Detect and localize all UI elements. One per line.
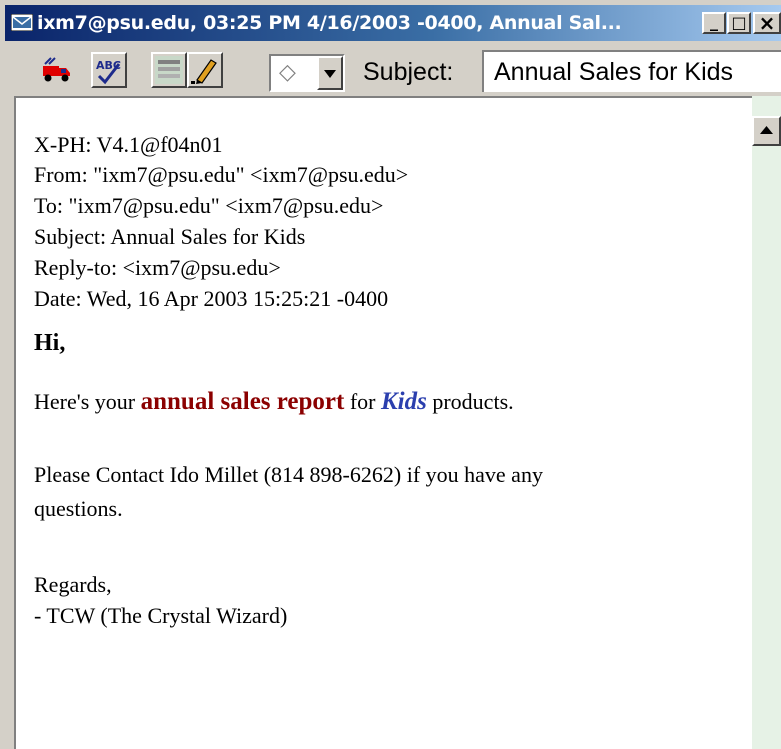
title-bar[interactable]: ixm7@psu.edu, 03:25 PM 4/16/2003 -0400, … bbox=[5, 5, 781, 41]
message-body[interactable]: X-PH: V4.1@f04n01 From: "ixm7@psu.edu" <… bbox=[14, 96, 752, 749]
header-from: From: "ixm7@psu.edu" <ixm7@psu.edu> bbox=[34, 162, 409, 187]
scroll-up-arrow-icon bbox=[760, 126, 773, 134]
send-truck-button[interactable] bbox=[39, 52, 75, 88]
greeting: Hi, bbox=[34, 330, 66, 356]
contact-line: Please Contact Ido Millet (814 898-6262)… bbox=[34, 462, 543, 487]
email-window: ixm7@psu.edu, 03:25 PM 4/16/2003 -0400, … bbox=[0, 0, 781, 749]
dropdown-button[interactable] bbox=[317, 56, 343, 90]
maximize-button[interactable]: □ bbox=[727, 12, 751, 34]
subject-value: Annual Sales for Kids bbox=[494, 58, 734, 86]
chevron-down-icon bbox=[324, 70, 336, 78]
closing: Regards, bbox=[34, 572, 112, 597]
minimize-button[interactable]: _ bbox=[702, 12, 726, 34]
kids-highlight: Kids bbox=[381, 388, 427, 415]
header-date: Date: Wed, 16 Apr 2003 15:25:21 -0400 bbox=[34, 286, 389, 311]
spell-check-icon: ABC bbox=[96, 59, 121, 85]
blah-icon bbox=[155, 56, 183, 84]
subject-label: Subject: bbox=[363, 58, 454, 86]
report-line: Here's your annual sales report for Kids… bbox=[34, 388, 514, 416]
mail-window-icon bbox=[11, 14, 33, 31]
vertical-scrollbar[interactable] bbox=[752, 96, 781, 749]
pencil-icon bbox=[191, 59, 217, 84]
priority-dropdown[interactable]: ◇ bbox=[269, 54, 345, 92]
header-xph: X-PH: V4.1@f04n01 bbox=[34, 132, 223, 157]
scroll-up-button[interactable] bbox=[752, 116, 781, 146]
edit-button[interactable] bbox=[187, 52, 223, 88]
blah-button[interactable] bbox=[151, 52, 187, 88]
contact-line-cont: questions. bbox=[34, 496, 123, 521]
priority-value: ◇ bbox=[279, 60, 296, 85]
header-reply-to: Reply-to: <ixm7@psu.edu> bbox=[34, 255, 281, 280]
signature: - TCW (The Crystal Wizard) bbox=[34, 603, 288, 628]
spell-check-button[interactable]: ABC bbox=[91, 52, 127, 88]
header-subject: Subject: Annual Sales for Kids bbox=[34, 224, 306, 249]
window-title: ixm7@psu.edu, 03:25 PM 4/16/2003 -0400, … bbox=[37, 12, 622, 34]
report-line-prefix: Here's your bbox=[34, 389, 141, 414]
truck-icon bbox=[43, 57, 70, 82]
close-button[interactable]: × bbox=[753, 12, 781, 34]
toolbar: ABC ◇ Subject: Annual Sales for Kids bbox=[5, 42, 781, 94]
annual-sales-report-highlight: annual sales report bbox=[140, 388, 345, 415]
report-line-suffix: products. bbox=[426, 389, 514, 414]
report-line-middle: for bbox=[344, 389, 381, 414]
header-to: To: "ixm7@psu.edu" <ixm7@psu.edu> bbox=[34, 193, 384, 218]
subject-input[interactable]: Annual Sales for Kids bbox=[482, 50, 781, 92]
